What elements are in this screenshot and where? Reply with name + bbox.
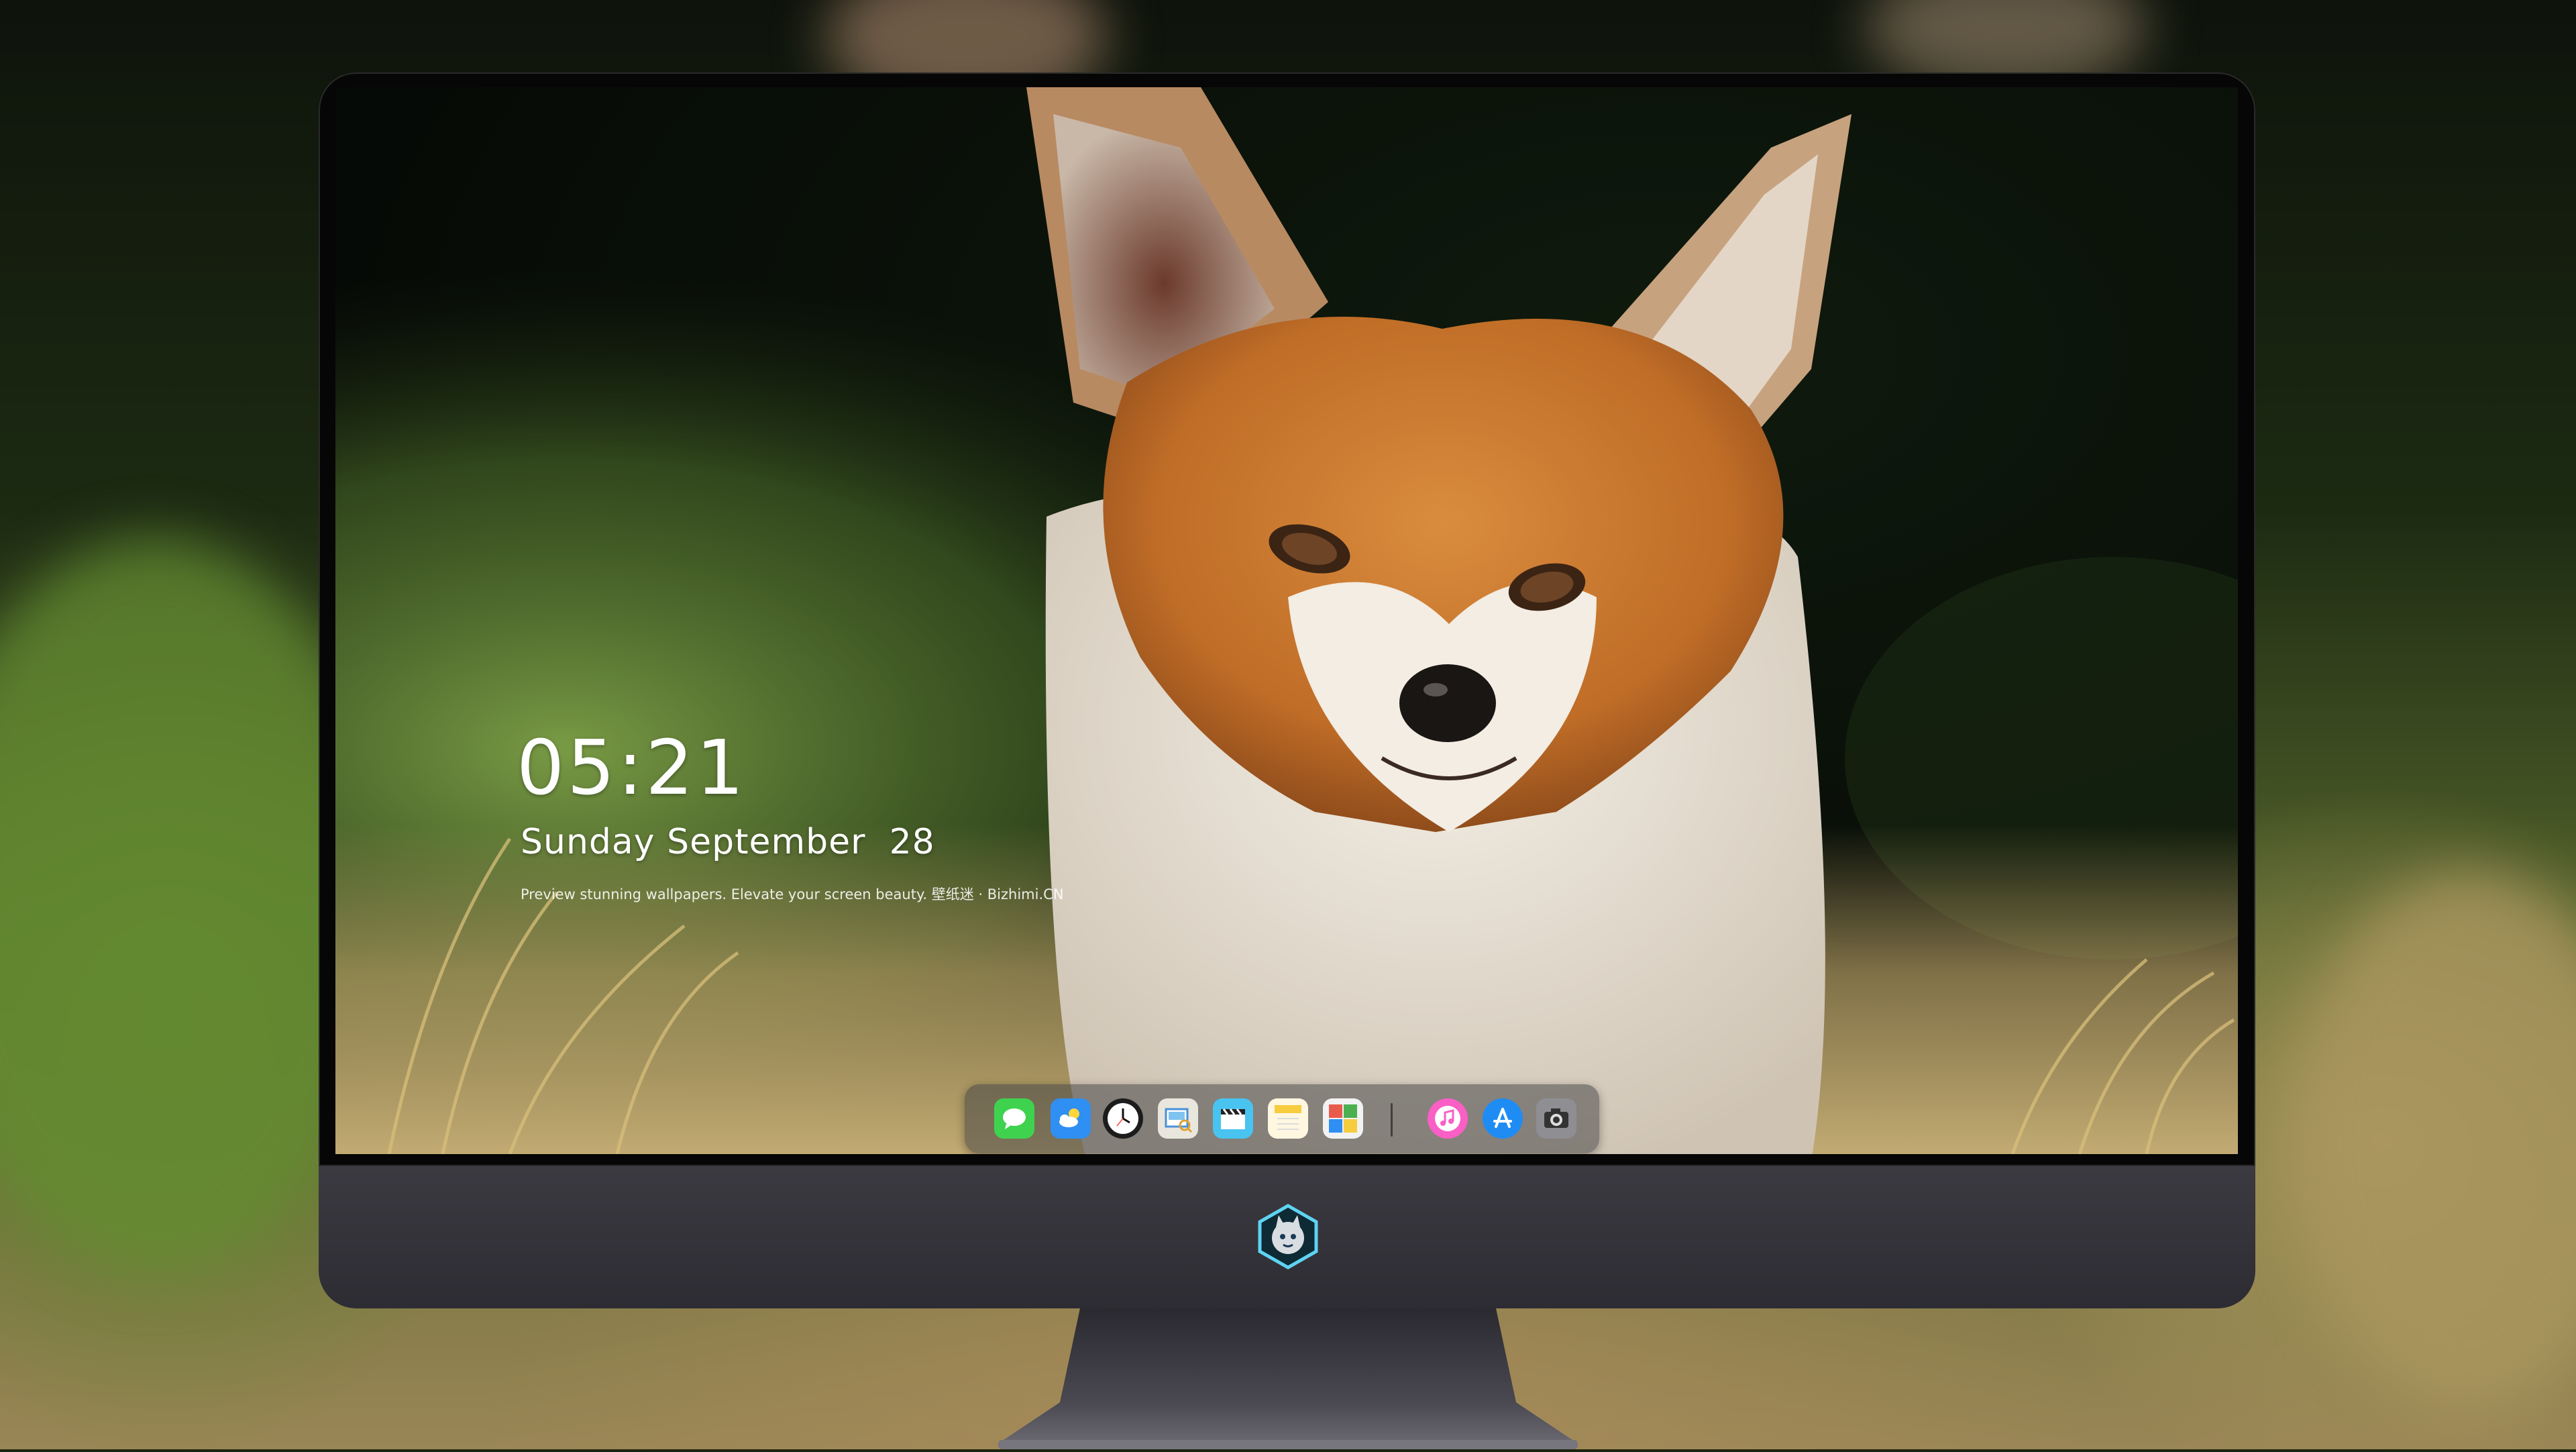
wallpaper-caption: Preview stunning wallpapers. Elevate you… (521, 886, 1064, 902)
music-icon[interactable] (1428, 1098, 1468, 1139)
weather-icon[interactable] (1051, 1098, 1091, 1139)
camera-icon[interactable] (1536, 1098, 1576, 1139)
photo-gallery-icon[interactable] (1323, 1098, 1363, 1139)
preview-icon[interactable] (1158, 1098, 1198, 1139)
dock (965, 1084, 1599, 1153)
fox-wallpaper (335, 87, 2238, 1154)
mascot-logo-icon (1254, 1203, 1322, 1270)
clock-icon[interactable] (1103, 1098, 1143, 1139)
lock-screen: 05:21 Sunday September 28 Preview stunni… (335, 87, 2238, 1154)
lock-screen-date: Sunday September 28 (521, 822, 935, 862)
lock-screen-time: 05:21 (517, 725, 747, 812)
dock-separator (1391, 1103, 1393, 1137)
notes-icon[interactable] (1268, 1098, 1308, 1139)
clapperboard-icon[interactable] (1213, 1098, 1253, 1139)
app-store-icon[interactable] (1483, 1098, 1523, 1139)
monitor-stand (986, 1308, 1590, 1449)
background-grass-right (2294, 872, 2576, 1409)
messages-icon[interactable] (994, 1098, 1034, 1139)
